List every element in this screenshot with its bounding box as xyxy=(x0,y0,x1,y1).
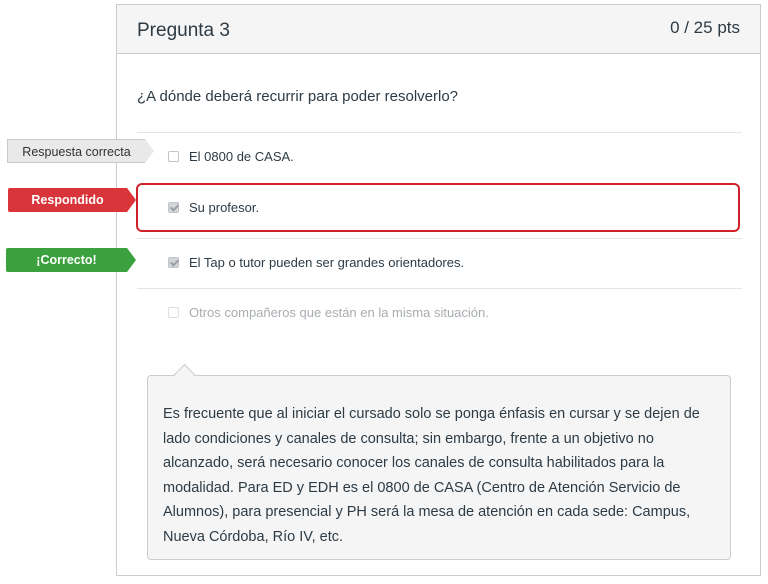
answer-label: Su profesor. xyxy=(189,200,260,215)
answer-checkbox[interactable] xyxy=(168,151,179,162)
correct-flag: ¡Correcto! xyxy=(6,248,136,272)
feedback-comment-text: Es frecuente que al iniciar el cursado s… xyxy=(163,406,700,545)
answer-option-3[interactable]: El Tap o tutor pueden ser grandes orient… xyxy=(137,238,742,288)
answer-option-1[interactable]: El 0800 de CASA. xyxy=(137,132,742,182)
question-title: Pregunta 3 xyxy=(137,20,230,41)
correct-answer-flag: Respuesta correcta xyxy=(7,139,154,163)
answer-list: El 0800 de CASA. Su profesor. El Tap o t… xyxy=(136,132,742,338)
answer-checkbox[interactable] xyxy=(168,307,179,318)
question-points: 0 / 25 pts xyxy=(670,18,740,37)
answer-label: El 0800 de CASA. xyxy=(189,149,294,164)
answer-label: Otros compañeros que están en la misma s… xyxy=(189,305,489,320)
answered-flag: Respondido xyxy=(8,188,136,212)
question-header: Pregunta 3 0 / 25 pts xyxy=(117,5,760,54)
answer-checkbox[interactable] xyxy=(168,257,179,268)
answer-checkbox[interactable] xyxy=(168,202,179,213)
answer-label: El Tap o tutor pueden ser grandes orient… xyxy=(189,255,465,270)
feedback-comment: Es frecuente que al iniciar el cursado s… xyxy=(147,375,731,560)
question-text: ¿A dónde deberá recurrir para poder reso… xyxy=(137,88,459,105)
answer-option-4[interactable]: Otros compañeros que están en la misma s… xyxy=(137,288,742,338)
answer-option-2[interactable]: Su profesor. xyxy=(136,182,742,234)
